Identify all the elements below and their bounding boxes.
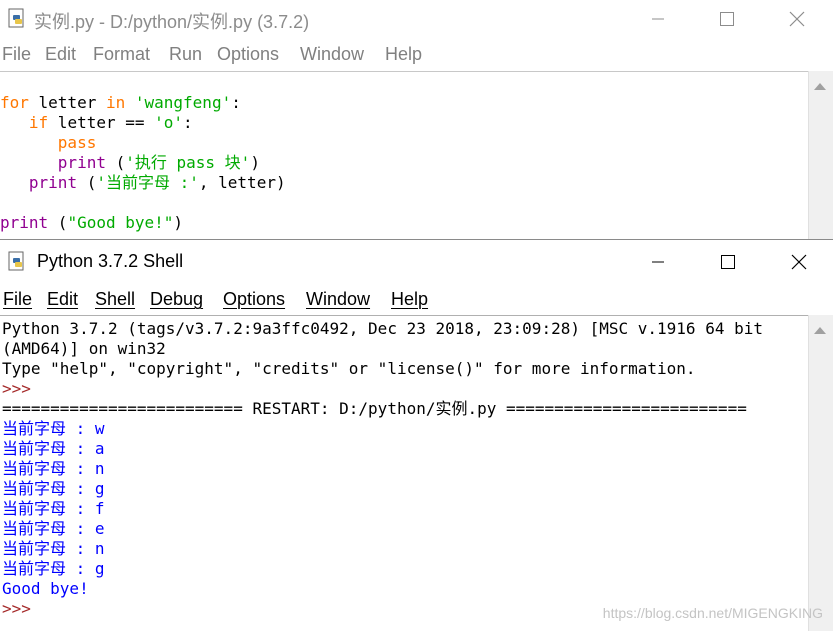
keyword: in [105, 93, 126, 112]
menu-edit[interactable]: Edit [47, 289, 78, 310]
string-literal: '执行 pass 块' [125, 153, 251, 172]
code-text: letter == [48, 113, 155, 132]
code-text: , letter) [198, 173, 286, 192]
shell-line: 当前字母 : f [2, 499, 105, 518]
code-line: for letter in 'wangfeng': [0, 93, 286, 113]
close-button[interactable] [776, 243, 822, 281]
string-literal: 'o' [154, 113, 184, 132]
window-title: 实例.py - D:/python/实例.py (3.7.2) [34, 12, 310, 32]
code-line: print ("Good bye!") [0, 213, 286, 233]
builtin: print [28, 173, 78, 192]
minimize-icon [652, 18, 664, 20]
editor-menubar: File Edit Format Run Options Window Help [0, 42, 833, 70]
builtin: print [57, 153, 106, 172]
shell-line: Type "help", "copyright", "credits" or "… [2, 359, 696, 378]
keyword: for [0, 93, 29, 112]
shell-menubar: File Edit Shell Debug Options Window Hel… [0, 287, 833, 315]
close-button[interactable] [774, 0, 820, 38]
menu-file[interactable]: File [2, 44, 31, 65]
shell-scrollbar[interactable] [808, 315, 833, 631]
code-line: if letter == 'o': [0, 113, 286, 133]
code-line: print ('执行 pass 块') [0, 153, 286, 173]
string-literal: "Good bye!" [67, 213, 174, 232]
keyword: pass [57, 133, 97, 152]
code-text: letter [28, 93, 106, 112]
string-literal: '当前字母 :' [96, 173, 199, 192]
builtin: print [0, 213, 49, 232]
menu-window[interactable]: Window [306, 289, 370, 310]
menu-options[interactable]: Options [223, 289, 285, 310]
shell-window: Python 3.7.2 Shell File Edit Shell Debug… [0, 241, 833, 631]
editor-scrollbar[interactable] [808, 71, 833, 239]
shell-prompt: >>> [2, 379, 31, 398]
code-line: pass [0, 133, 286, 153]
editor-titlebar[interactable]: 实例.py - D:/python/实例.py (3.7.2) [0, 0, 833, 38]
watermark: https://blog.csdn.net/MIGENGKING [602, 605, 823, 621]
maximize-icon [721, 255, 735, 269]
menu-edit[interactable]: Edit [45, 44, 76, 65]
shell-line: Good bye! [2, 579, 89, 598]
maximize-button[interactable] [705, 243, 751, 281]
code-text: : [231, 93, 241, 112]
restart-banner: ========================= RESTART: D:/py… [2, 399, 747, 418]
code-text: ( [48, 213, 68, 232]
menu-help[interactable]: Help [385, 44, 422, 65]
code-editor[interactable]: for letter in 'wangfeng': if letter == '… [0, 71, 808, 239]
menu-file[interactable]: File [3, 289, 32, 310]
shell-output[interactable]: Python 3.7.2 (tags/v3.7.2:9a3ffc0492, De… [0, 315, 808, 631]
shell-line: 当前字母 : g [2, 479, 105, 498]
shell-line: 当前字母 : n [2, 459, 105, 478]
menu-run[interactable]: Run [169, 44, 202, 65]
code-text: ) [173, 213, 184, 232]
window-title: Python 3.7.2 Shell [37, 251, 184, 271]
shell-line: Python 3.7.2 (tags/v3.7.2:9a3ffc0492, De… [2, 319, 763, 338]
menu-format[interactable]: Format [93, 44, 150, 65]
close-icon [791, 254, 807, 270]
shell-titlebar[interactable]: Python 3.7.2 Shell [0, 243, 833, 281]
shell-line: (AMD64)] on win32 [2, 339, 166, 358]
shell-line: 当前字母 : g [2, 559, 105, 578]
close-icon [789, 11, 805, 27]
menu-shell[interactable]: Shell [95, 289, 135, 310]
code-content: for letter in 'wangfeng': if letter == '… [0, 93, 286, 233]
code-text: ( [77, 173, 97, 192]
maximize-button[interactable] [704, 0, 750, 38]
code-text: ) [250, 153, 260, 172]
menu-debug[interactable]: Debug [150, 289, 203, 310]
menu-help[interactable]: Help [391, 289, 428, 310]
shell-line: 当前字母 : n [2, 539, 105, 558]
python-file-icon [8, 8, 24, 28]
string-literal: 'wangfeng' [134, 93, 232, 112]
scroll-up-icon[interactable] [814, 83, 826, 90]
shell-line: 当前字母 : e [2, 519, 105, 538]
menu-window[interactable]: Window [300, 44, 364, 65]
python-file-icon [8, 251, 24, 271]
code-line: print ('当前字母 :', letter) [0, 173, 286, 193]
minimize-icon [652, 261, 664, 263]
editor-window: 实例.py - D:/python/实例.py (3.7.2) File Edi… [0, 0, 833, 240]
menu-options[interactable]: Options [217, 44, 279, 65]
shell-line: 当前字母 : a [2, 439, 105, 458]
code-text: : [183, 113, 193, 132]
minimize-button[interactable] [635, 243, 681, 281]
maximize-icon [720, 12, 734, 26]
keyword: if [28, 113, 49, 132]
scroll-up-icon[interactable] [814, 327, 826, 334]
shell-lines: Python 3.7.2 (tags/v3.7.2:9a3ffc0492, De… [2, 319, 763, 619]
minimize-button[interactable] [635, 0, 681, 38]
shell-line: 当前字母 : w [2, 419, 105, 438]
code-text: ( [105, 153, 126, 172]
